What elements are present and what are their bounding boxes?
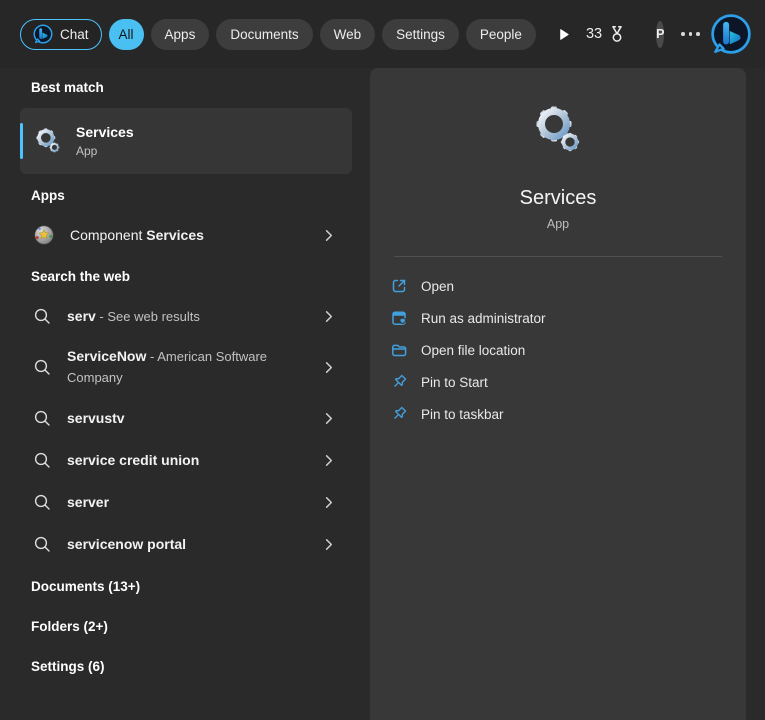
preview-actions-list: Open Run as administrator Open file loca… [370,270,746,430]
bing-chat-launcher[interactable] [710,13,752,55]
chevron-right-icon[interactable] [321,495,336,510]
search-icon [33,451,52,470]
divider [394,256,722,257]
documents-section-header[interactable]: Documents (13+) [31,579,365,595]
rewards-medal-icon [607,24,627,44]
filter-tab-documents[interactable]: Documents [216,19,312,50]
filter-tab-apps[interactable]: Apps [151,19,210,50]
bing-logo-icon [710,13,752,55]
services-gears-icon [33,126,63,156]
chevron-right-icon[interactable] [321,360,336,375]
component-services-label: Component Services [70,225,204,245]
action-open-file-location[interactable]: Open file location [390,334,730,366]
open-external-icon [390,277,408,295]
web-suggestions-list: serv - See web results ServiceNow - Amer… [20,297,365,563]
ellipsis-icon [681,32,685,36]
scroll-tabs-button[interactable] [556,25,571,43]
search-icon [33,409,52,428]
filter-tab-settings[interactable]: Settings [382,19,459,50]
search-icon [33,358,52,377]
web-suggestion-servicenow-portal[interactable]: servicenow portal [20,525,352,563]
web-suggestion-server[interactable]: server [20,483,352,521]
rewards-points: 33 [586,26,602,42]
web-suggestion-service-credit-union[interactable]: service credit union [20,441,352,479]
search-top-bar: Chat All Apps Documents Web Settings Peo… [0,0,765,68]
services-gears-icon-large [530,102,586,158]
best-match-result-services[interactable]: Services App [20,108,352,174]
chat-tab-label: Chat [60,27,89,42]
action-label: Pin to taskbar [421,407,504,422]
web-section-header: Search the web [31,269,365,285]
pushpin-icon [390,405,408,423]
filter-tab-web[interactable]: Web [320,19,376,50]
action-label: Run as administrator [421,311,546,326]
search-results-panel: Best match [0,68,365,720]
web-suggestion-servicenow[interactable]: ServiceNow - American Software Company [20,339,352,395]
preview-card-services: Services App Open Run as adminis [370,68,746,720]
best-match-subtitle: App [76,144,134,158]
preview-subtitle: App [370,217,746,231]
web-suggestion-serv[interactable]: serv - See web results [20,297,352,335]
action-run-as-administrator[interactable]: Run as administrator [390,302,730,334]
chevron-right-icon[interactable] [321,537,336,552]
filter-tab-all[interactable]: All [109,19,144,50]
filter-tab-people[interactable]: People [466,19,536,50]
action-label: Pin to Start [421,375,488,390]
search-icon [33,493,52,512]
action-open[interactable]: Open [390,270,730,302]
selection-accent-bar [20,123,23,159]
app-result-component-services[interactable]: Component Services [20,216,352,254]
preview-title: Services [370,187,746,209]
web-suggestion-servustv[interactable]: servustv [20,399,352,437]
settings-section-header[interactable]: Settings (6) [31,659,365,675]
pushpin-icon [390,373,408,391]
more-options-button[interactable] [681,25,700,43]
best-match-header: Best match [31,80,365,96]
action-label: Open file location [421,343,525,358]
component-services-icon [33,224,55,246]
apps-section-header: Apps [31,188,365,204]
avatar-initial: P [656,27,664,41]
action-pin-to-start[interactable]: Pin to Start [390,366,730,398]
chat-tab[interactable]: Chat [20,19,102,50]
chevron-right-icon[interactable] [321,411,336,426]
action-pin-to-taskbar[interactable]: Pin to taskbar [390,398,730,430]
folder-icon [390,341,408,359]
chevron-right-icon[interactable] [321,228,336,243]
best-match-title: Services [76,124,134,141]
action-label: Open [421,279,454,294]
rewards-counter[interactable]: 33 [586,24,627,44]
search-icon [33,307,52,326]
folders-section-header[interactable]: Folders (2+) [31,619,365,635]
bing-chat-icon [33,24,53,44]
play-triangle-icon [556,27,571,42]
user-avatar[interactable]: P [656,21,664,48]
chevron-right-icon[interactable] [321,453,336,468]
chevron-right-icon[interactable] [321,309,336,324]
search-icon [33,535,52,554]
window-shield-icon [390,309,408,327]
